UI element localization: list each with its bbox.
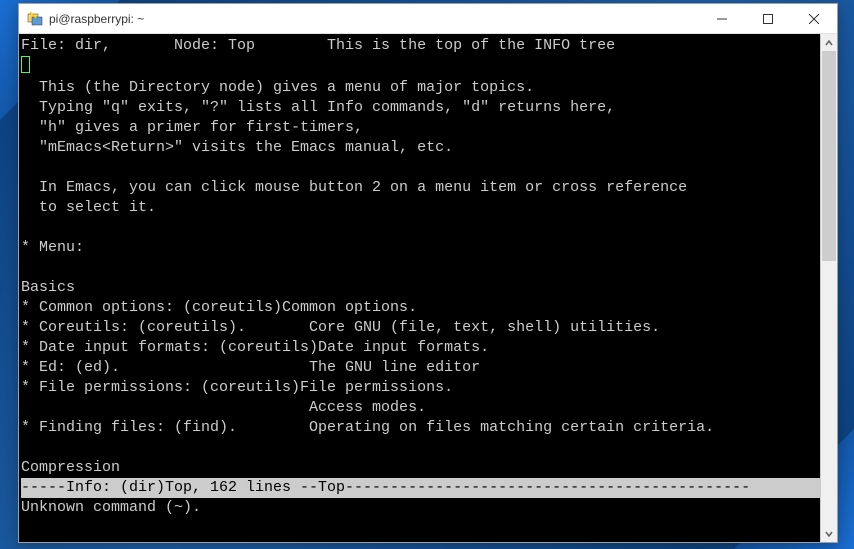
window-controls <box>699 4 837 34</box>
putty-icon <box>27 11 43 27</box>
info-header: File: dir, Node: Top This is the top of … <box>21 37 615 54</box>
scroll-down-arrow[interactable] <box>821 525 837 542</box>
menu-item[interactable]: * Coreutils: (coreutils). Core GNU (file… <box>21 319 660 336</box>
info-statusline: -----Info: (dir)Top, 162 lines --Top----… <box>21 478 820 498</box>
section-heading: Basics <box>21 279 75 296</box>
minimize-button[interactable] <box>699 4 745 34</box>
titlebar[interactable]: pi@raspberrypi: ~ <box>19 4 837 34</box>
menu-item[interactable]: * Common options: (coreutils)Common opti… <box>21 299 417 316</box>
cursor <box>21 56 30 73</box>
section-heading: Compression <box>21 459 120 476</box>
terminal-window: pi@raspberrypi: ~ File: dir, Node: Top T… <box>18 3 838 543</box>
intro-line: This (the Directory node) gives a menu o… <box>21 79 534 96</box>
menu-item[interactable]: * Date input formats: (coreutils)Date in… <box>21 339 489 356</box>
menu-item[interactable]: * File permissions: (coreutils)File perm… <box>21 379 453 396</box>
close-button[interactable] <box>791 4 837 34</box>
terminal-content[interactable]: File: dir, Node: Top This is the top of … <box>19 34 820 542</box>
intro-line: Typing "q" exits, "?" lists all Info com… <box>21 99 615 116</box>
menu-item[interactable]: * Finding files: (find). Operating on fi… <box>21 419 714 436</box>
scroll-track[interactable] <box>821 51 837 525</box>
intro-line: In Emacs, you can click mouse button 2 o… <box>21 179 687 196</box>
scroll-thumb[interactable] <box>822 51 836 261</box>
maximize-button[interactable] <box>745 4 791 34</box>
intro-line: to select it. <box>21 199 156 216</box>
menu-item: Access modes. <box>21 399 426 416</box>
intro-line: "h" gives a primer for first-timers, <box>21 119 363 136</box>
info-commandline: Unknown command (~). <box>21 499 201 516</box>
scroll-up-arrow[interactable] <box>821 34 837 51</box>
menu-label: * Menu: <box>21 239 84 256</box>
window-title: pi@raspberrypi: ~ <box>49 12 699 26</box>
intro-line: "mEmacs<Return>" visits the Emacs manual… <box>21 139 453 156</box>
menu-item[interactable]: * Ed: (ed). The GNU line editor <box>21 359 480 376</box>
vertical-scrollbar[interactable] <box>820 34 837 542</box>
